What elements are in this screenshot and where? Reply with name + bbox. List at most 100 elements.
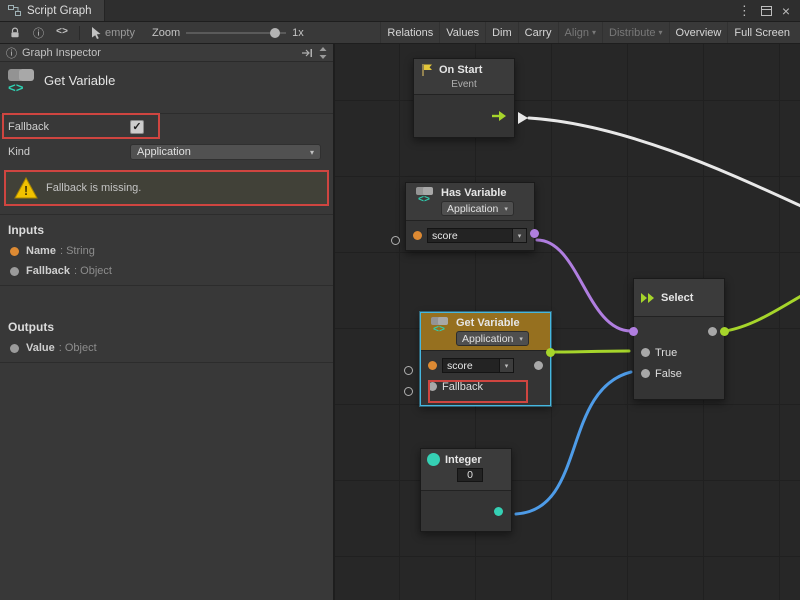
info-button[interactable]: ⓘ <box>28 22 49 43</box>
window-titlebar: Script Graph ⋮ × <box>0 0 800 22</box>
chevron-down-icon: ▾ <box>504 205 508 213</box>
chevron-down-icon: ▾ <box>592 28 596 37</box>
kind-dropdown-value: Application <box>137 146 191 158</box>
node-has-variable[interactable]: <> Has Variable Application ▾ score <box>405 182 535 251</box>
variable-name-dropdown[interactable]: score ▾ <box>442 358 514 373</box>
selection-output-port[interactable] <box>708 327 717 336</box>
kind-dropdown[interactable]: Application ▾ <box>130 144 321 160</box>
result-output-port[interactable] <box>530 229 539 238</box>
integer-icon <box>427 453 440 466</box>
integer-value-input[interactable]: 0 <box>457 468 483 482</box>
window-layout-icon[interactable] <box>761 6 772 16</box>
fallback-field-row: Fallback ✓ <box>0 114 333 140</box>
tab-label: Script Graph <box>27 5 92 17</box>
lock-icon <box>9 27 21 39</box>
unconnected-input-port[interactable] <box>404 366 413 375</box>
zoom-slider[interactable] <box>186 27 286 39</box>
selection-label: empty <box>105 27 135 39</box>
toolbar-button-relations[interactable]: Relations <box>380 22 439 43</box>
fallback-field-label: Fallback <box>8 121 130 133</box>
integer-output-port[interactable] <box>494 507 503 516</box>
node-get-variable[interactable]: <> Get Variable Application ▾ score <box>420 312 551 406</box>
get-variable-icon: <> <box>8 69 34 106</box>
toolbar-button-dim[interactable]: Dim <box>485 22 518 43</box>
value-output-port[interactable] <box>534 361 543 370</box>
get-variable-icon: <> <box>427 317 451 336</box>
flag-icon <box>420 63 434 77</box>
dock-icon[interactable] <box>301 48 313 58</box>
lock-button[interactable] <box>4 22 26 43</box>
zoom-label: Zoom <box>152 27 180 39</box>
value-output-port-connected[interactable] <box>546 348 555 357</box>
port-dot <box>10 247 19 256</box>
wire-has-variable-to-select-condition <box>537 240 631 331</box>
zoom-slider-knob[interactable] <box>270 28 280 38</box>
node-header: On Start Event <box>414 59 514 95</box>
true-port-label: True <box>655 347 677 359</box>
warning-box: ! Fallback is missing. <box>4 170 329 206</box>
node-header: <> Has Variable Application ▾ <box>406 183 534 221</box>
wire-get-variable-to-select-true <box>551 351 629 352</box>
unconnected-input-port[interactable] <box>391 236 400 245</box>
toolbar-separator <box>79 26 80 40</box>
outputs-header: Outputs <box>0 318 333 338</box>
output-row-value: Value : Object <box>0 338 333 358</box>
node-on-start[interactable]: On Start Event <box>413 58 515 138</box>
kind-field-label: Kind <box>8 146 130 158</box>
false-port-label: False <box>655 368 682 380</box>
condition-input-port[interactable] <box>629 327 638 336</box>
inspected-node-title: Get Variable <box>44 69 115 106</box>
kind-field-row: Kind Application ▾ <box>0 140 333 164</box>
close-icon[interactable]: × <box>782 4 790 18</box>
variable-name-dropdown[interactable]: score ▾ <box>427 228 527 243</box>
chevron-down-icon: ▾ <box>659 28 663 37</box>
node-header: <> Get Variable Application ▾ <box>421 313 550 351</box>
inspector-header: ⓘ Graph Inspector <box>0 44 333 62</box>
unconnected-input-port[interactable] <box>404 387 413 396</box>
graph-canvas[interactable]: On Start Event <> Ha <box>335 44 800 600</box>
toolbar-button-overview[interactable]: Overview <box>669 22 728 43</box>
chevron-down-icon: ▾ <box>500 358 514 373</box>
kebab-menu-icon[interactable]: ⋮ <box>738 3 751 19</box>
node-title: Select <box>661 292 693 304</box>
node-title: Has Variable <box>441 187 528 199</box>
zoom-value: 1x <box>292 27 304 39</box>
false-input-port[interactable] <box>641 369 650 378</box>
wire-select-output <box>725 296 800 331</box>
svg-text:!: ! <box>24 183 28 198</box>
code-view-button[interactable]: <> <box>51 22 73 43</box>
toolbar-button-values[interactable]: Values <box>439 22 485 43</box>
fallback-checkbox[interactable]: ✓ <box>130 120 144 134</box>
inspector-title: Graph Inspector <box>22 47 101 59</box>
chevron-down-icon: ▾ <box>310 148 314 157</box>
inputs-section: Inputs Name : String Fallback : Object <box>0 215 333 286</box>
trigger-output-port[interactable] <box>491 110 507 122</box>
outputs-section: Outputs Value : Object <box>0 312 333 363</box>
tab-script-graph[interactable]: Script Graph <box>0 0 105 21</box>
name-input-port[interactable] <box>413 231 422 240</box>
toolbar-button-carry[interactable]: Carry <box>518 22 558 43</box>
node-integer[interactable]: Integer 0 <box>420 448 512 532</box>
input-row-fallback: Fallback : Object <box>0 261 333 281</box>
inputs-header: Inputs <box>0 221 333 241</box>
chevron-down-icon: ▾ <box>519 335 523 343</box>
selection-status: empty <box>86 22 140 43</box>
fallback-input-port[interactable] <box>428 382 437 391</box>
true-input-port[interactable] <box>641 348 650 357</box>
inspected-node-summary: <> Get Variable <box>0 62 333 114</box>
fallback-port-label: Fallback <box>442 381 483 393</box>
kind-dropdown[interactable]: Application ▾ <box>456 331 529 346</box>
selection-output-port-connected[interactable] <box>720 327 729 336</box>
node-title: Get Variable <box>456 317 544 329</box>
kind-dropdown[interactable]: Application ▾ <box>441 201 514 216</box>
scroll-arrows-icon[interactable] <box>319 47 327 59</box>
port-dot <box>10 344 19 353</box>
port-dot <box>10 267 19 276</box>
node-select[interactable]: Select True False <box>633 278 725 400</box>
warning-section: ! Fallback is missing. <box>0 164 333 215</box>
toolbar-button-align: Align▾ <box>558 22 602 43</box>
toolbar-button-fullscreen[interactable]: Full Screen <box>727 22 796 43</box>
code-icon: <> <box>56 27 68 38</box>
toolbar-button-distribute: Distribute▾ <box>602 22 668 43</box>
name-input-port[interactable] <box>428 361 437 370</box>
